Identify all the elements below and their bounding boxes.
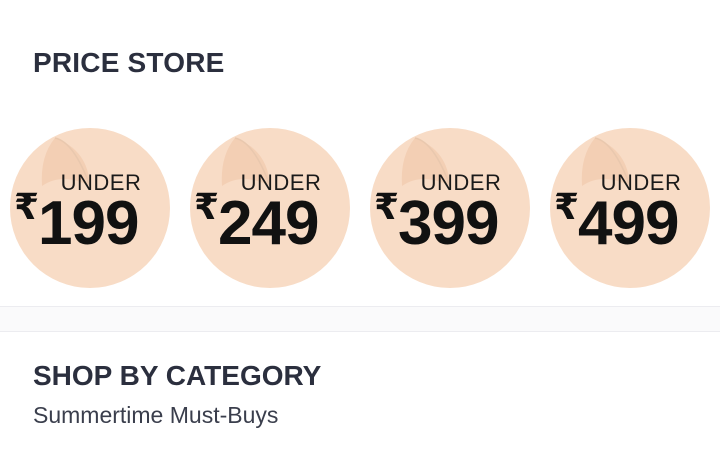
rupee-icon: ₹ (554, 186, 580, 227)
section-divider (0, 306, 720, 332)
tile-amount: 249 (218, 189, 319, 258)
price-tile-499[interactable]: UNDER ₹ 499 (540, 120, 720, 290)
category-section-subtitle: Summertime Must-Buys (33, 402, 279, 428)
top-strip (0, 0, 720, 8)
tile-amount: 499 (578, 189, 679, 258)
price-tile-199[interactable]: UNDER ₹ 199 (0, 120, 180, 290)
price-tile-399[interactable]: UNDER ₹ 399 (360, 120, 540, 290)
category-section-title: SHOP BY CATEGORY (33, 360, 322, 391)
rupee-icon: ₹ (14, 186, 40, 227)
tile-amount: 199 (38, 189, 139, 258)
tile-amount: 399 (398, 189, 499, 258)
rupee-icon: ₹ (194, 186, 220, 227)
rupee-icon: ₹ (374, 186, 400, 227)
price-store-row: UNDER ₹ 199 UNDER ₹ 249 UNDER ₹ 399 UNDE… (0, 120, 720, 290)
price-store-title: PRICE STORE (33, 47, 225, 78)
price-tile-249[interactable]: UNDER ₹ 249 (180, 120, 360, 290)
